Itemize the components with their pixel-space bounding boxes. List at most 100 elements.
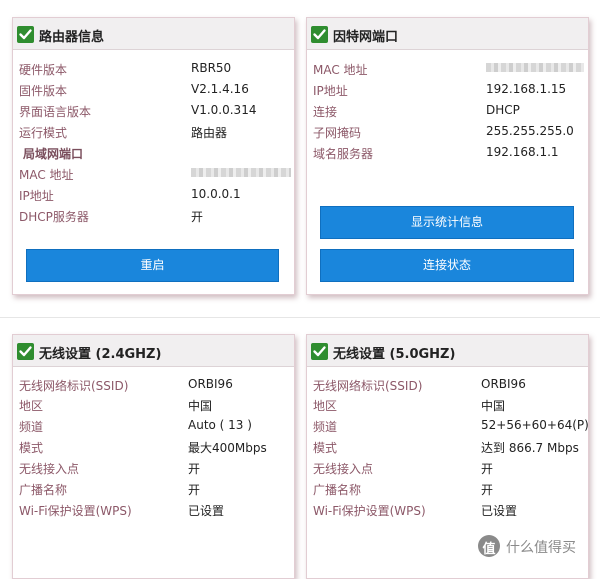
row-value: 192.168.1.1: [486, 145, 559, 159]
row-value: 达到 866.7 Mbps: [481, 441, 579, 455]
row-value: 路由器: [191, 126, 228, 140]
checkmark-icon: [17, 343, 34, 360]
show-statistics-button[interactable]: 显示统计信息: [320, 206, 574, 239]
row-value: 最大400Mbps: [188, 441, 267, 455]
row-value: 开: [188, 483, 201, 497]
internet-row-ip-address: IP地址 192.168.1.15: [307, 80, 588, 100]
w24-row-mode: 模式 最大400Mbps: [13, 437, 294, 457]
w24-row-wps: Wi-Fi保护设置(WPS) 已设置: [13, 500, 294, 520]
w24-row-ssid: 无线网络标识(SSID) ORBI96: [13, 375, 294, 395]
row-value: DHCP: [486, 103, 520, 117]
row-label: IP地址: [313, 84, 348, 98]
row-label: 域名服务器: [313, 147, 374, 161]
row-value: ORBI96: [188, 377, 233, 391]
row-value: V2.1.4.16: [191, 82, 249, 96]
router-info-panel: 路由器信息 硬件版本 RBR50 固件版本 V2.1.4.16 界面语言版本 V…: [12, 17, 295, 295]
checkmark-icon: [17, 26, 34, 43]
router-info-title: 路由器信息: [39, 30, 105, 45]
lan-row-ip-address: IP地址 10.0.0.1: [13, 185, 294, 205]
row-label: 固件版本: [19, 84, 68, 98]
row-label: DHCP服务器: [19, 210, 89, 224]
row-label: 地区: [19, 399, 44, 413]
row-value: 52+56+60+64(P): [481, 418, 589, 432]
checkmark-icon: [311, 343, 328, 360]
row-value: Auto ( 13 ): [188, 418, 252, 432]
row-label: 频道: [313, 420, 338, 434]
wireless-24ghz-panel: 无线设置 (2.4GHZ) 无线网络标识(SSID) ORBI96 地区 中国 …: [12, 334, 295, 579]
internet-row-connection: 连接 DHCP: [307, 101, 588, 121]
checkmark-icon: [311, 26, 328, 43]
row-label: 广播名称: [313, 483, 362, 497]
wireless-24ghz-header: 无线设置 (2.4GHZ): [13, 335, 294, 367]
row-value: 开: [481, 462, 494, 476]
info-row-hardware-version: 硬件版本 RBR50: [13, 59, 294, 79]
row-value: RBR50: [191, 61, 232, 75]
row-label: 硬件版本: [19, 63, 68, 77]
w50-row-channel: 频道 52+56+60+64(P): [307, 416, 588, 436]
watermark-logo-glyph: 值: [482, 542, 496, 557]
w24-row-access-point: 无线接入点 开: [13, 458, 294, 478]
row-label: 连接: [313, 105, 338, 119]
row-label: MAC 地址: [313, 63, 368, 77]
wireless-50ghz-header: 无线设置 (5.0GHZ): [307, 335, 588, 367]
internet-row-mac-address: MAC 地址: [307, 59, 588, 79]
row-label: 界面语言版本: [19, 105, 92, 119]
row-label: 无线接入点: [19, 462, 80, 476]
section-divider: [0, 317, 600, 318]
info-row-operating-mode: 运行模式 路由器: [13, 122, 294, 142]
watermark-logo-icon: 值: [478, 535, 500, 557]
row-value: 中国: [481, 399, 506, 413]
wireless-50ghz-title: 无线设置 (5.0GHZ): [333, 347, 456, 362]
row-value: 255.255.255.0: [486, 124, 574, 138]
internet-port-panel: 因特网端口 MAC 地址 IP地址 192.168.1.15 连接 DHCP 子…: [306, 17, 589, 295]
row-label: 广播名称: [19, 483, 68, 497]
watermark-text: 什么值得买: [506, 540, 576, 556]
lan-row-mac-address: MAC 地址: [13, 164, 294, 184]
row-label: Wi-Fi保护设置(WPS): [313, 504, 426, 518]
internet-row-subnet-mask: 子网掩码 255.255.255.0: [307, 122, 588, 142]
row-value: 开: [188, 462, 201, 476]
lan-row-dhcp-server: DHCP服务器 开: [13, 206, 294, 226]
w24-row-channel: 频道 Auto ( 13 ): [13, 416, 294, 436]
internet-row-dns-server: 域名服务器 192.168.1.1: [307, 143, 588, 163]
row-label: Wi-Fi保护设置(WPS): [19, 504, 132, 518]
row-label: 运行模式: [19, 126, 68, 140]
info-row-ui-language-version: 界面语言版本 V1.0.0.314: [13, 101, 294, 121]
row-value: 中国: [188, 399, 213, 413]
connection-status-button[interactable]: 连接状态: [320, 249, 574, 282]
row-label: 无线网络标识(SSID): [313, 379, 423, 393]
row-value: 192.168.1.15: [486, 82, 567, 96]
row-label: 模式: [313, 441, 338, 455]
row-value: 已设置: [481, 504, 518, 518]
info-row-firmware-version: 固件版本 V2.1.4.16: [13, 80, 294, 100]
lan-port-subheader: 局域网端口: [23, 147, 84, 161]
w50-row-wps: Wi-Fi保护设置(WPS) 已设置: [307, 500, 588, 520]
w50-row-mode: 模式 达到 866.7 Mbps: [307, 437, 588, 457]
row-value: 10.0.0.1: [191, 187, 241, 201]
router-info-header: 路由器信息: [13, 18, 294, 50]
redacted-mac-value: [486, 63, 584, 72]
row-value: ORBI96: [481, 377, 526, 391]
row-value: V1.0.0.314: [191, 103, 257, 117]
row-label: 地区: [313, 399, 338, 413]
row-label: 子网掩码: [313, 126, 362, 140]
row-value: 已设置: [188, 504, 225, 518]
row-label: 模式: [19, 441, 44, 455]
w24-row-region: 地区 中国: [13, 395, 294, 415]
wireless-24ghz-title: 无线设置 (2.4GHZ): [39, 347, 162, 362]
row-label: 频道: [19, 420, 44, 434]
row-label: MAC 地址: [19, 168, 74, 182]
w50-row-broadcast-name: 广播名称 开: [307, 479, 588, 499]
w24-row-broadcast-name: 广播名称 开: [13, 479, 294, 499]
reboot-button[interactable]: 重启: [26, 249, 279, 282]
row-value: 开: [481, 483, 494, 497]
row-label: IP地址: [19, 189, 54, 203]
row-label: 无线网络标识(SSID): [19, 379, 129, 393]
w50-row-ssid: 无线网络标识(SSID) ORBI96: [307, 375, 588, 395]
redacted-mac-value: [191, 168, 291, 177]
w50-row-region: 地区 中国: [307, 395, 588, 415]
w50-row-access-point: 无线接入点 开: [307, 458, 588, 478]
row-value: 开: [191, 210, 204, 224]
internet-port-title: 因特网端口: [333, 30, 399, 45]
internet-port-header: 因特网端口: [307, 18, 588, 50]
